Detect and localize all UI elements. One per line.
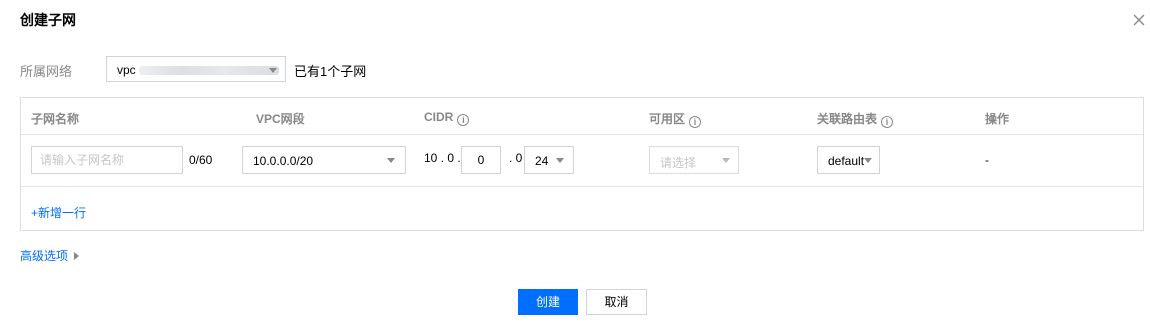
header-cidr: CIDR i (424, 110, 470, 126)
chevron-down-icon (722, 158, 730, 163)
cidr-mask-select[interactable]: 24 (524, 146, 574, 174)
vpc-select-value: vpc (117, 63, 136, 77)
caret-right-icon (74, 252, 80, 260)
route-table-value: default (828, 154, 865, 168)
subnet-name-input[interactable] (31, 146, 183, 174)
cidr-octet-input[interactable] (461, 146, 501, 174)
vpc-cidr-value: 10.0.0.0/20 (253, 154, 314, 168)
chevron-down-icon (864, 158, 872, 163)
info-icon[interactable]: i (457, 114, 470, 126)
create-button[interactable]: 创建 (518, 289, 578, 315)
cancel-button[interactable]: 取消 (586, 289, 647, 315)
add-row-link[interactable]: +新增一行 (31, 204, 86, 221)
chevron-down-icon (269, 68, 277, 73)
header-subnet-name: 子网名称 (31, 112, 80, 126)
header-route-table-label: 关联路由表 (817, 112, 878, 126)
zone-placeholder: 请选择 (660, 156, 697, 170)
cidr-fixed-prefix: 10 . 0 . (424, 151, 461, 165)
info-icon[interactable]: i (881, 116, 894, 128)
vpc-label: 所属网络 (20, 64, 73, 79)
vpc-select[interactable]: vpc (106, 56, 286, 82)
info-icon[interactable]: i (689, 116, 702, 128)
subnet-table: 子网名称 VPC网段 CIDRi 可用区i 关联路由表i 操作 0/60 10.… (20, 97, 1144, 231)
vpc-subnet-count: 已有1个子网 (294, 64, 367, 79)
vpc-cidr-select[interactable]: 10.0.0.0/20 (242, 146, 406, 174)
header-route-table: 关联路由表 i (817, 110, 894, 128)
vpc-id-redacted (139, 66, 279, 75)
advanced-options-toggle[interactable]: 高级选项 (20, 247, 80, 264)
header-zone: 可用区 i (649, 110, 702, 128)
cidr-mask-value: 24 (535, 154, 549, 168)
row-action: - (985, 153, 989, 167)
table-header: 子网名称 VPC网段 CIDR i 可用区 i 关联路由表 i 操作 (21, 98, 1143, 135)
header-vpc-cidr: VPC网段 (256, 112, 305, 126)
header-cidr-label: CIDR (424, 110, 454, 124)
advanced-options-label: 高级选项 (20, 249, 69, 263)
dialog-title: 创建子网 (20, 12, 76, 28)
name-char-counter: 0/60 (189, 153, 213, 167)
table-row: 0/60 10.0.0.0/20 10 . 0 . . 0 / 24 请选择 d… (21, 135, 1143, 187)
header-zone-label: 可用区 (649, 112, 686, 126)
chevron-down-icon (387, 158, 395, 163)
header-action: 操作 (985, 112, 1010, 126)
chevron-down-icon (556, 158, 564, 163)
close-icon[interactable] (1131, 12, 1147, 28)
zone-select[interactable]: 请选择 (649, 146, 739, 174)
route-table-select[interactable]: default (817, 146, 880, 174)
